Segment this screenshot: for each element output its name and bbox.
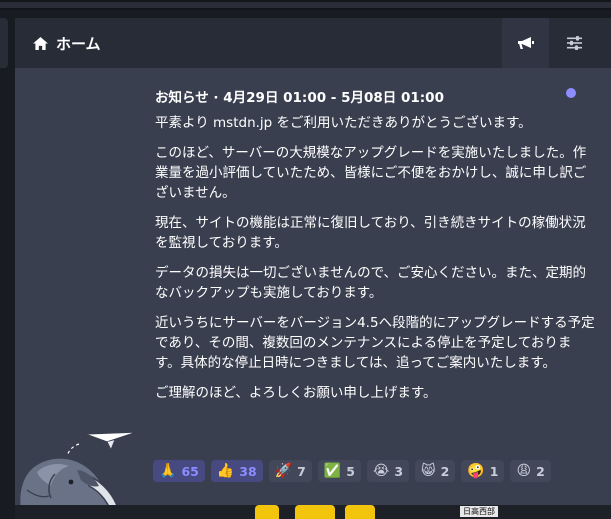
mastodon-mascot-illustration [20, 431, 138, 519]
reaction-smile-cat[interactable]: 😸 2 [415, 460, 456, 482]
reaction-emoji: 🚀 [274, 463, 293, 479]
preview-image-fragment [345, 505, 375, 519]
home-column: ホーム お知らせ · 4月29日 01:00 - 5月08日 01:00 平素よ… [15, 18, 611, 519]
announcement: お知らせ · 4月29日 01:00 - 5月08日 01:00 平素より ms… [15, 68, 611, 519]
reaction-count: 38 [239, 463, 257, 479]
sliders-icon [567, 36, 582, 50]
reaction-emoji: ✅ [323, 463, 342, 479]
announcement-paragraph: データの損失は一切ございませんので、ご安心ください。また、定期的なバックアップも… [155, 265, 587, 301]
reactions-bar: 🙏 65 👍 38 🚀 7 ✅ 5 😭 3 😸 2 🤪 1 😩 2 [153, 460, 593, 488]
announcement-body: 平素より mstdn.jp をご利用いただきありがとうございます。 このほど、サ… [155, 113, 595, 413]
column-header: ホーム [15, 18, 611, 68]
reaction-emoji: 🤪 [467, 463, 485, 479]
announcement-paragraph: 平素より mstdn.jp をご利用いただきありがとうございます。 [155, 115, 532, 131]
reaction-count: 65 [181, 463, 199, 479]
reaction-thumbsup[interactable]: 👍 38 [210, 460, 263, 482]
reaction-count: 3 [394, 463, 404, 479]
preview-image-fragment [255, 505, 279, 519]
reaction-count: 5 [346, 463, 355, 479]
left-column-edge [0, 18, 8, 68]
reaction-rocket[interactable]: 🚀 7 [268, 460, 312, 482]
home-icon [33, 36, 48, 50]
column-title: ホーム [56, 34, 101, 53]
reaction-count: 2 [440, 463, 450, 479]
column-settings-button[interactable] [551, 18, 598, 68]
reaction-emoji: 😩 [516, 463, 532, 479]
top-scrollbar[interactable] [0, 2, 611, 8]
reaction-count: 2 [536, 463, 545, 479]
reaction-pray[interactable]: 🙏 65 [153, 460, 205, 482]
reaction-emoji: 👍 [216, 463, 235, 479]
preview-image-fragment [295, 505, 335, 519]
reaction-check[interactable]: ✅ 5 [317, 460, 361, 482]
reaction-sob[interactable]: 😭 3 [366, 460, 410, 482]
reaction-count: 1 [489, 463, 499, 479]
announcement-paragraph: このほど、サーバーの大規模なアップグレードを実施いたしました。作業量を過小評価し… [155, 145, 587, 201]
announcements-button[interactable] [502, 18, 549, 68]
unread-indicator [566, 88, 576, 98]
reaction-emoji: 🙏 [159, 463, 177, 479]
column-title-button[interactable]: ホーム [33, 33, 101, 54]
top-strip [0, 0, 611, 10]
announcement-paragraph: 現在、サイトの機能は正常に復旧しており、引き続きサイトの稼働状況を監視しておりま… [155, 215, 586, 251]
next-status-preview: 日高西部 [15, 505, 611, 519]
megaphone-icon [517, 36, 534, 49]
reaction-weary[interactable]: 😩 2 [510, 460, 551, 482]
announcement-paragraph: ご理解のほど、よろしくお願い申し上げます。 [155, 385, 437, 401]
reaction-emoji: 😭 [372, 463, 390, 479]
announcement-paragraph: 近いうちにサーバーをバージョン4.5へ段階的にアップグレードする予定であり、その… [155, 315, 595, 371]
reaction-zany[interactable]: 🤪 1 [461, 460, 505, 482]
reaction-count: 7 [297, 463, 306, 479]
preview-map-label: 日高西部 [460, 506, 498, 517]
announcement-meta: お知らせ · 4月29日 01:00 - 5月08日 01:00 [155, 90, 444, 106]
reaction-emoji: 😸 [421, 463, 436, 479]
